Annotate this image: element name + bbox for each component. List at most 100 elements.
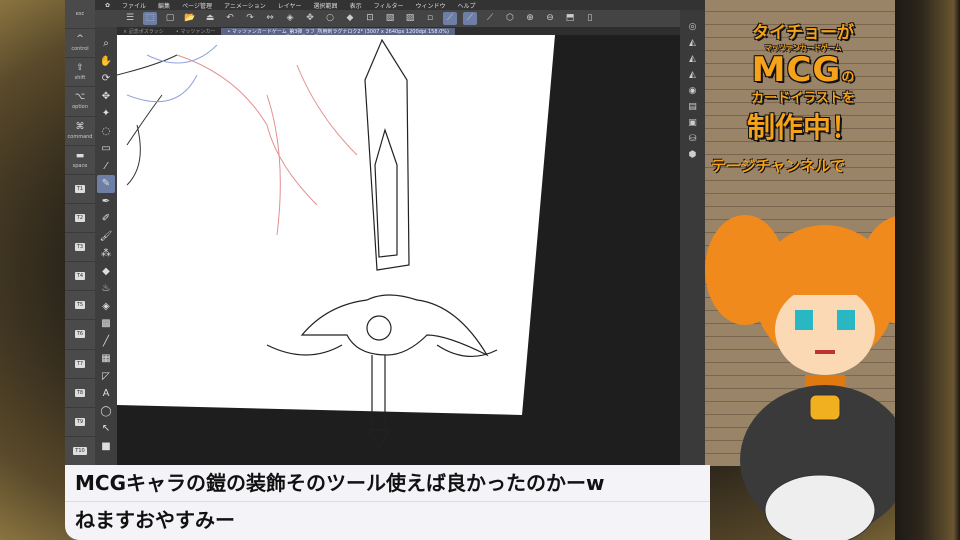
- text-tool-icon[interactable]: A: [97, 385, 115, 403]
- brush-tool-icon[interactable]: 🖌: [97, 228, 115, 246]
- marker-tool-icon[interactable]: ✒: [97, 193, 115, 211]
- navigator-icon[interactable]: ◎: [686, 22, 700, 35]
- zoom-tool-icon[interactable]: ⌕: [97, 35, 115, 53]
- menu-item[interactable]: 選択範囲: [314, 1, 338, 10]
- menu-item[interactable]: ウィンドウ: [415, 1, 445, 10]
- save-icon[interactable]: ⏏: [203, 12, 217, 25]
- fill-tool-icon[interactable]: ◈: [97, 298, 115, 316]
- key-T7[interactable]: T7: [65, 350, 95, 379]
- fit-icon[interactable]: ⬒: [563, 12, 577, 25]
- key-label: T8: [74, 388, 86, 397]
- fill-icon[interactable]: ◈: [283, 12, 297, 25]
- deselect-icon[interactable]: ▨: [403, 12, 417, 25]
- flip-icon[interactable]: ⇔: [263, 12, 277, 25]
- transform-icon[interactable]: ⬚: [143, 12, 157, 25]
- eyedropper-tool-icon[interactable]: ⁄: [97, 158, 115, 176]
- key-label: T1: [74, 184, 86, 193]
- key-T1[interactable]: T1: [65, 175, 95, 204]
- rect-select-tool-icon[interactable]: ▭: [97, 140, 115, 158]
- layer-property-icon[interactable]: ▣: [686, 118, 700, 131]
- key-label: option: [72, 104, 88, 111]
- zoom-in-icon[interactable]: ⊕: [523, 12, 537, 25]
- brush-size-icon[interactable]: ◭: [686, 70, 700, 83]
- key-T5[interactable]: T5: [65, 291, 95, 321]
- material-icon[interactable]: ⛁: [686, 134, 700, 147]
- menu-item[interactable]: 編集: [158, 1, 170, 10]
- chat-box: MCGキャラの鎧の装飾そのツール使えば良かったのかーw ねますおやすみー: [65, 465, 710, 540]
- menu-item[interactable]: フィルター: [374, 1, 404, 10]
- menu-item[interactable]: 表示: [350, 1, 362, 10]
- key-T10[interactable]: T10: [65, 437, 95, 466]
- menu-item[interactable]: アニメーション: [224, 1, 266, 10]
- key-option[interactable]: ⌥ option: [65, 87, 95, 117]
- key-shift[interactable]: ⇧ shift: [65, 58, 95, 88]
- key-command[interactable]: ⌘ command: [65, 117, 95, 146]
- key-T8[interactable]: T8: [65, 379, 95, 408]
- modifier-key-panel: esc ^ control ⇧ shift ⌥ option ⌘ command ▬ space T1…: [65, 0, 95, 466]
- key-control[interactable]: ^ control: [65, 29, 95, 59]
- menu-item[interactable]: レイヤー: [278, 1, 302, 10]
- tool-property-icon[interactable]: ◭: [686, 54, 700, 67]
- snap-special-ruler-icon[interactable]: ⟋: [463, 12, 477, 25]
- key-label: T6: [74, 330, 86, 339]
- key-label: T4: [74, 272, 86, 281]
- operation-tool-icon[interactable]: ↖: [97, 420, 115, 438]
- line-tool-icon[interactable]: ╱: [97, 333, 115, 351]
- device-icon[interactable]: ▯: [583, 12, 597, 25]
- key-T9[interactable]: T9: [65, 408, 95, 437]
- layer-icon[interactable]: ▤: [686, 102, 700, 115]
- key-T6[interactable]: T6: [65, 320, 95, 350]
- zoom-out-icon[interactable]: ⊖: [543, 12, 557, 25]
- open-icon[interactable]: 📂: [183, 12, 197, 25]
- key-T4[interactable]: T4: [65, 262, 95, 292]
- canvas[interactable]: [116, 35, 680, 466]
- sub-tool-icon[interactable]: ◭: [686, 38, 700, 51]
- key-T3[interactable]: T3: [65, 233, 95, 263]
- command-bar: ☰ ⬚ ▢ 📂 ⏏ ↶ ↷ ⇔ ◈ ✥ ○ ◆ ⊡ ▧ ▨ ▫ ⟋ ⟋ ⟋ ⬡ …: [95, 10, 705, 27]
- history-icon[interactable]: ⬢: [686, 150, 700, 163]
- balloon-tool-icon[interactable]: ◯: [97, 403, 115, 421]
- move-icon[interactable]: ✥: [303, 12, 317, 25]
- crop-icon[interactable]: ⊡: [363, 12, 377, 25]
- document-tab[interactable]: • マッツァンカードゲーム_第3弾_ラフ_所用刺ラグナロク2* (3007 x …: [221, 27, 455, 35]
- pen-tool-icon[interactable]: ✎: [97, 175, 115, 193]
- hand-tool-icon[interactable]: ✋: [97, 53, 115, 71]
- clear-icon[interactable]: ▧: [383, 12, 397, 25]
- color-tool-icon[interactable]: ■: [97, 438, 115, 456]
- color-wheel-icon[interactable]: ◉: [686, 86, 700, 99]
- title-line-4: 制作中！: [746, 111, 859, 144]
- lasso-tool-icon[interactable]: ◌: [97, 123, 115, 141]
- circle-icon[interactable]: ○: [323, 12, 337, 25]
- key-T2[interactable]: T2: [65, 204, 95, 233]
- snap-grid-icon[interactable]: ⟋: [483, 12, 497, 25]
- menu-item[interactable]: ヘルプ: [457, 1, 475, 10]
- app-logo-icon[interactable]: ✿: [105, 2, 110, 9]
- cancel-icon[interactable]: ▫: [423, 12, 437, 25]
- menu-icon[interactable]: ☰: [123, 12, 137, 25]
- snap-icon[interactable]: ◆: [343, 12, 357, 25]
- ruler-tool-icon[interactable]: ◸: [97, 368, 115, 386]
- move-tool-icon[interactable]: ✥: [97, 88, 115, 106]
- blend-tool-icon[interactable]: ♨: [97, 280, 115, 298]
- gradient-tool-icon[interactable]: ▩: [97, 315, 115, 333]
- pencil-tool-icon[interactable]: ✐: [97, 210, 115, 228]
- document-tab[interactable]: • マッツァンカー: [170, 28, 222, 35]
- auto-select-tool-icon[interactable]: ✦: [97, 105, 115, 123]
- key-glyph-icon: ⌘: [75, 121, 85, 132]
- menu-bar: ✿ ファイル 編集 ページ管理 アニメーション レイヤー 選択範囲 表示 フィルター ウィンドウ ヘ…: [95, 0, 705, 10]
- redo-icon[interactable]: ↷: [243, 12, 257, 25]
- menu-item[interactable]: ファイル: [122, 1, 146, 10]
- undo-icon[interactable]: ↶: [223, 12, 237, 25]
- document-tab[interactable]: × 記念ポスラッシ: [117, 28, 170, 35]
- key-glyph-icon: ^: [76, 34, 84, 45]
- decoration-tool-icon[interactable]: ⁂: [97, 245, 115, 263]
- key-space[interactable]: ▬ space: [65, 146, 95, 175]
- new-icon[interactable]: ▢: [163, 12, 177, 25]
- rotate-tool-icon[interactable]: ⟳: [97, 70, 115, 88]
- eraser-tool-icon[interactable]: ◆: [97, 263, 115, 281]
- menu-item[interactable]: ページ管理: [182, 1, 212, 10]
- 3d-icon[interactable]: ⬡: [503, 12, 517, 25]
- key-esc[interactable]: esc: [65, 0, 95, 30]
- snap-ruler-icon[interactable]: ⟋: [443, 12, 457, 25]
- frame-tool-icon[interactable]: ▦: [97, 350, 115, 368]
